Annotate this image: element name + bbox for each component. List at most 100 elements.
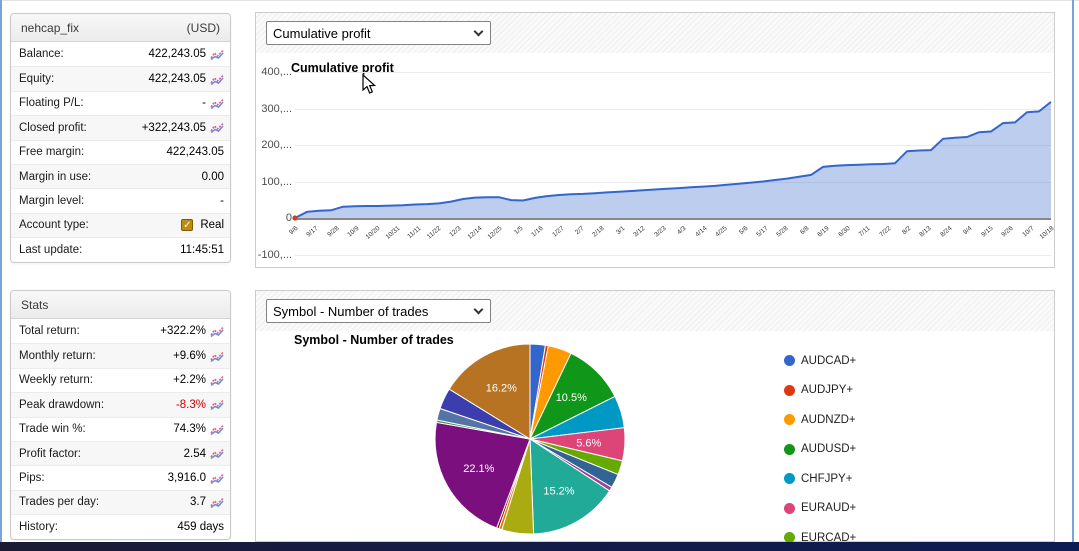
pie-slice-percentage-label: 16.2% xyxy=(486,383,517,395)
account-value-text: - xyxy=(220,195,224,208)
stats-row: History: 459 days xyxy=(11,514,230,538)
stats-row-value: 459 days xyxy=(177,521,224,533)
stats-row-label: Trades per day: xyxy=(19,496,100,509)
legend-label: CHFJPY+ xyxy=(801,472,853,485)
pie-slice-percentage-label: 22.1% xyxy=(463,463,494,475)
account-row-label: Free margin: xyxy=(19,146,85,159)
pie-legend: AUDCAD+ AUDJPY+ AUDNZD+ AUDUSD+ CHFJPY+ EURAU… xyxy=(784,346,856,551)
legend-item-euraud+: EURAUD+ xyxy=(784,494,856,524)
stats-row-value: 3.7 xyxy=(190,496,224,508)
cumulative-profit-section: Cumulative profit Cumulative profit 400,… xyxy=(255,12,1055,268)
legend-item-chfjpy+: CHFJPY+ xyxy=(784,464,856,494)
account-name: nehcap_fix xyxy=(21,20,80,35)
account-value-text: 11:45:51 xyxy=(180,243,224,256)
mini-chart-icon[interactable] xyxy=(210,399,224,411)
mini-chart-icon[interactable] xyxy=(210,424,224,435)
stats-row-value: 3,916.0 xyxy=(168,472,224,484)
pie-slice-percentage-label: 5.6% xyxy=(576,437,601,449)
stats-row-value: 74.3% xyxy=(173,423,224,435)
mini-chart-icon[interactable] xyxy=(210,448,224,460)
pie-chart-section: Symbol - Number of trades Symbol - Numbe… xyxy=(255,290,1055,544)
account-row-value: 422,243.05 xyxy=(148,73,224,85)
symbol-trades-pie: 10.5% 5.6% 15.2% 22.1% 16.2% xyxy=(434,343,626,535)
stats-row: Profit factor: 2.54 xyxy=(11,440,230,466)
mouse-cursor-icon xyxy=(362,74,376,94)
stats-value-text: +2.2% xyxy=(173,374,206,387)
stats-row-label: Pips: xyxy=(19,472,45,485)
mini-chart-icon[interactable] xyxy=(210,98,224,109)
account-row-label: Balance: xyxy=(19,48,64,61)
stats-row-value: +2.2% xyxy=(173,374,224,386)
real-account-checkbox: ✓ xyxy=(181,219,194,232)
mini-chart-icon[interactable] xyxy=(210,74,224,85)
left-frame-border xyxy=(0,0,2,542)
legend-label: EURAUD+ xyxy=(801,502,857,515)
stats-panel: Stats Total return: +322.2% Monthly retur… xyxy=(10,290,231,540)
account-row: Margin level: - xyxy=(11,188,230,212)
stats-value-text: +322.2% xyxy=(160,325,206,338)
stats-value-text: 3.7 xyxy=(190,496,206,509)
mini-chart-icon[interactable] xyxy=(210,375,224,386)
account-row-value: - xyxy=(220,195,224,207)
pie-chart-canvas: Symbol - Number of trades 10.5% 5.6% 15.2%… xyxy=(256,331,1054,544)
pie-type-select[interactable]: Symbol - Number of trades xyxy=(266,299,491,323)
legend-color-dot xyxy=(784,414,795,426)
mini-chart-icon[interactable] xyxy=(210,326,224,337)
account-currency: (USD) xyxy=(186,20,220,35)
chart-type-select[interactable]: Cumulative profit xyxy=(266,21,491,45)
mini-chart-icon[interactable] xyxy=(210,49,224,60)
legend-label: AUDNZD+ xyxy=(801,413,856,426)
account-row-value: 0.00 xyxy=(202,171,224,183)
account-row: Free margin: 422,243.05 xyxy=(11,139,230,164)
stats-row-label: Profit factor: xyxy=(19,447,81,460)
right-frame-border xyxy=(1072,0,1074,542)
stats-row: Peak drawdown: -8.3% xyxy=(11,392,230,417)
stats-row-value: -8.3% xyxy=(176,399,224,411)
account-widget-page: nehcap_fix (USD) Balance: 422,243.05 Equi… xyxy=(0,0,1079,551)
stats-row-label: Weekly return: xyxy=(19,374,93,387)
legend-color-dot xyxy=(784,443,795,455)
legend-label: AUDUSD+ xyxy=(801,443,857,456)
mini-chart-icon[interactable] xyxy=(210,497,224,508)
account-row-value: 11:45:51 xyxy=(180,244,224,256)
stats-row: Total return: +322.2% xyxy=(11,319,230,343)
legend-label: AUDCAD+ xyxy=(801,354,857,367)
account-row: Equity: 422,243.05 xyxy=(11,66,230,91)
mini-chart-icon[interactable] xyxy=(210,351,224,362)
account-row-value: ✓ Real xyxy=(181,219,224,232)
account-row: Balance: 422,243.05 xyxy=(11,42,230,66)
stats-row-label: History: xyxy=(19,520,58,533)
account-value-text: 422,243.05 xyxy=(148,48,206,61)
stats-row-value: +322.2% xyxy=(160,325,224,337)
account-row: Account type: ✓ Real xyxy=(11,212,230,238)
mini-chart-icon[interactable] xyxy=(210,122,224,134)
pie-type-select-wrap: Symbol - Number of trades xyxy=(266,299,491,323)
stats-value-text: 3,916.0 xyxy=(167,472,206,485)
account-value-text: - xyxy=(202,97,206,110)
legend-color-dot xyxy=(784,473,795,485)
legend-item-audjpy+: AUDJPY+ xyxy=(784,376,856,406)
account-value-text: Real xyxy=(200,219,224,232)
account-row-label: Last update: xyxy=(19,243,83,256)
stats-rows: Total return: +322.2% Monthly return: +9.6… xyxy=(11,319,230,539)
stats-value-text: 2.54 xyxy=(183,447,206,460)
mini-chart-icon[interactable] xyxy=(210,473,224,484)
account-row-value: +322,243.05 xyxy=(142,122,224,134)
stats-row-label: Monthly return: xyxy=(19,350,96,363)
account-row-value: 422,243.05 xyxy=(148,48,224,60)
account-value-text: 422,243.05 xyxy=(148,73,206,86)
legend-color-dot xyxy=(784,502,795,514)
top-border-line xyxy=(0,0,1079,1)
account-row: Closed profit: +322,243.05 xyxy=(11,115,230,140)
account-row-label: Margin in use: xyxy=(19,170,92,183)
stats-value-text: 74.3% xyxy=(173,423,206,436)
account-panel-header: nehcap_fix (USD) xyxy=(11,14,230,42)
account-row-label: Account type: xyxy=(19,219,89,232)
stats-title: Stats xyxy=(21,297,49,312)
account-row-label: Floating P/L: xyxy=(19,97,84,110)
legend-label: AUDJPY+ xyxy=(801,384,854,397)
stats-row: Pips: 3,916.0 xyxy=(11,465,230,489)
legend-color-dot xyxy=(784,355,795,367)
stats-value-text: +9.6% xyxy=(173,350,206,363)
legend-color-dot xyxy=(784,384,795,396)
